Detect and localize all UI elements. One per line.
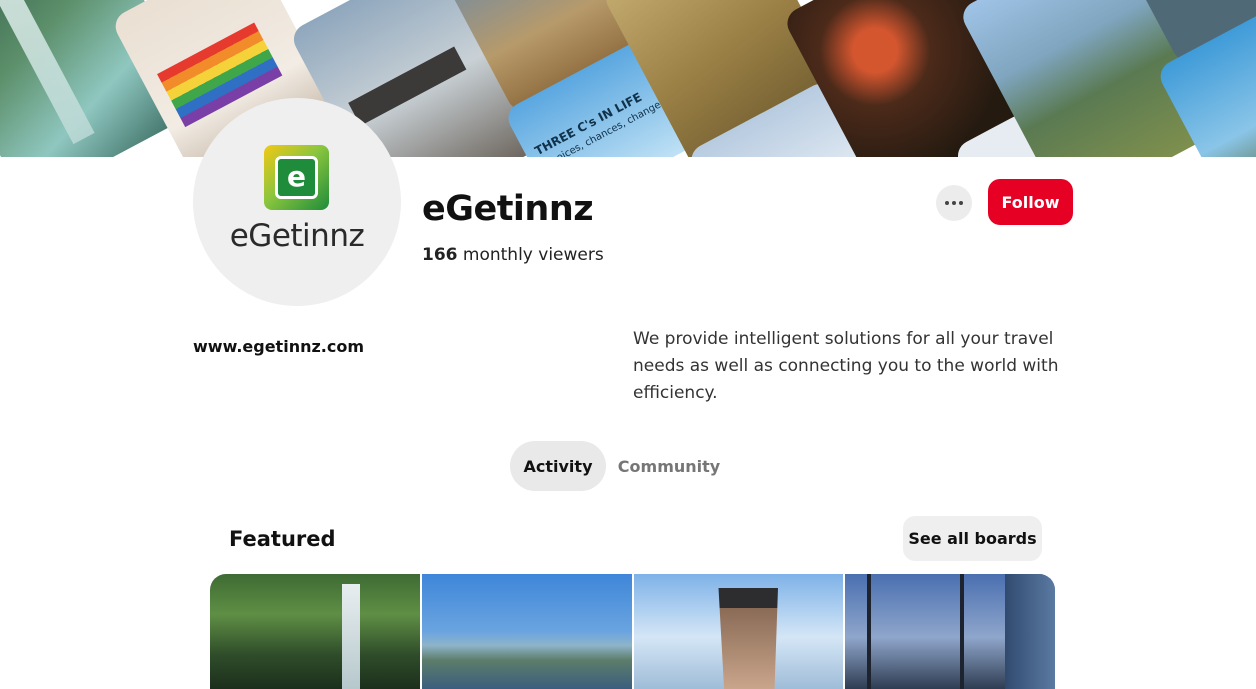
more-options-button[interactable] bbox=[936, 185, 972, 221]
featured-board-city[interactable] bbox=[845, 574, 1055, 689]
profile-cover-mosaic: THREE C's IN LIFE choices, chances, chan… bbox=[0, 0, 1256, 157]
see-all-boards-button[interactable]: See all boards bbox=[903, 516, 1042, 561]
featured-board-coastline[interactable] bbox=[421, 574, 632, 689]
egetinnz-logo-icon: e bbox=[264, 145, 329, 210]
follow-button[interactable]: Follow bbox=[988, 179, 1073, 225]
monthly-viewers: 166 monthly viewers bbox=[422, 244, 604, 266]
featured-boards bbox=[210, 574, 1055, 689]
logo-letter: e bbox=[287, 160, 306, 193]
viewer-count: 166 bbox=[422, 245, 458, 265]
tab-community[interactable]: Community bbox=[612, 441, 726, 491]
featured-board-tower[interactable] bbox=[633, 574, 844, 689]
tab-activity[interactable]: Activity bbox=[510, 441, 606, 491]
avatar-brand-name: eGetinnz bbox=[229, 218, 365, 254]
viewer-label: monthly viewers bbox=[462, 245, 604, 265]
profile-avatar[interactable]: e eGetinnz bbox=[193, 98, 401, 306]
featured-board-waterfall[interactable] bbox=[210, 574, 420, 689]
profile-name: eGetinnz bbox=[422, 189, 594, 229]
profile-about: We provide intelligent solutions for all… bbox=[633, 329, 1059, 403]
featured-title: Featured bbox=[229, 527, 336, 551]
more-horizontal-icon bbox=[945, 201, 949, 205]
website-link[interactable]: www.egetinnz.com bbox=[193, 336, 364, 358]
